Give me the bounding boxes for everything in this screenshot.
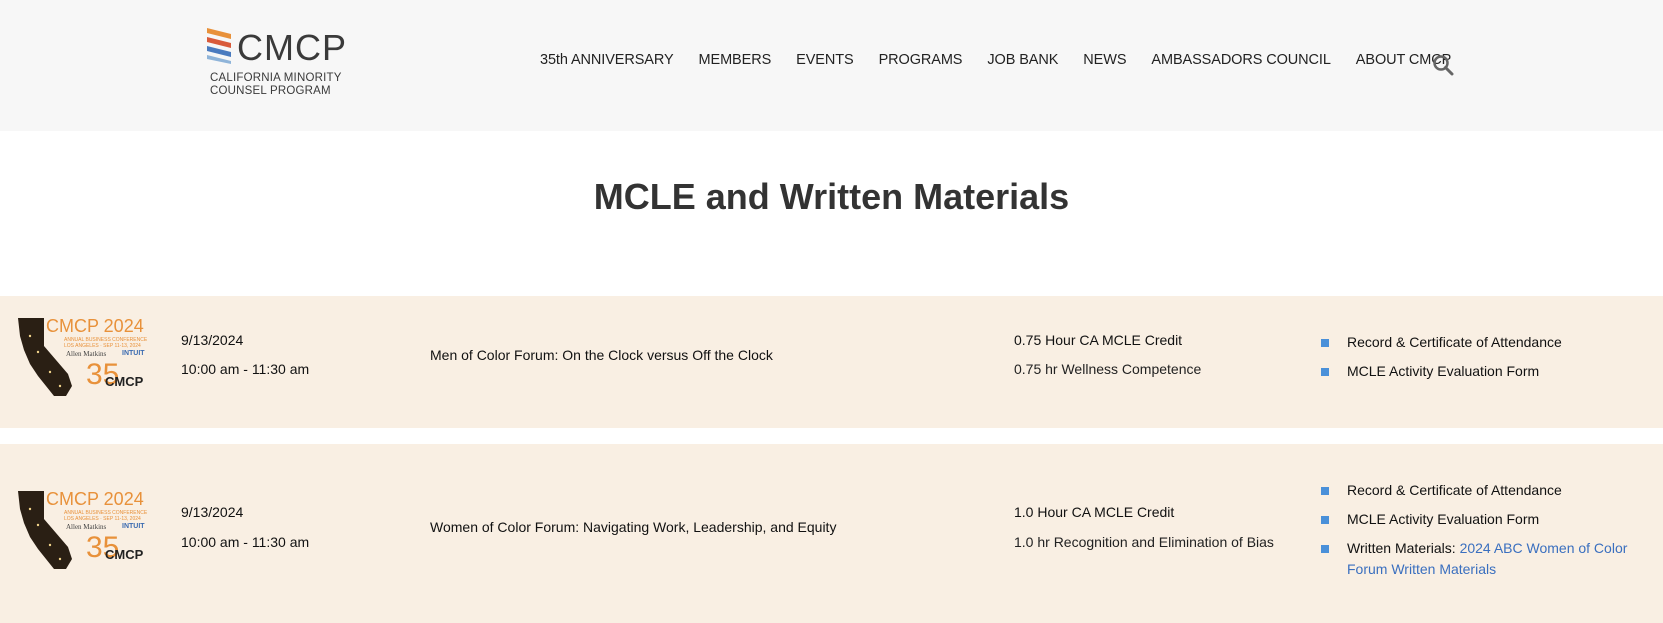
evaluation-form-link[interactable]: MCLE Activity Evaluation Form [1347,363,1539,379]
event-thumbnail: CMCP 2024 ANNUAL BUSINESS CONFERENCE LOS… [16,489,150,571]
logo-wordmark: CMCP [237,27,347,68]
event-row: CMCP 2024 ANNUAL BUSINESS CONFERENCE LOS… [0,296,1663,428]
page-title: MCLE and Written Materials [593,176,1070,217]
event-date: 9/13/2024 [181,332,244,348]
event-date: 9/13/2024 [181,504,244,520]
event-thumbnail: CMCP 2024 ANNUAL BUSINESS CONFERENCE LOS… [16,316,150,398]
thumb-sponsor: Allen Matkins [66,523,107,531]
nav-job-bank[interactable]: JOB BANK [987,52,1058,68]
logo-subtitle: CALIFORNIA MINORITY COUNSEL PROGRAM [210,72,342,97]
list-item[interactable]: Record & Certificate of Attendance [1320,332,1650,353]
list-item[interactable]: Record & Certificate of Attendance [1320,480,1650,501]
written-materials-label: Written Materials: [1347,540,1456,556]
event-links: Record & Certificate of Attendance MCLE … [1320,332,1650,390]
bullet-square-icon [1321,516,1329,524]
thumb-location: LOS ANGELES · SEP 11-13, 2024 [64,343,141,349]
event-time: 10:00 am - 11:30 am [181,361,310,377]
nav-news[interactable]: NEWS [1083,52,1126,68]
event-title: Men of Color Forum: On the Clock versus … [430,347,773,363]
list-item[interactable]: MCLE Activity Evaluation Form [1320,361,1650,382]
main-nav: 35th ANNIVERSARY MEMBERS EVENTS PROGRAMS… [540,52,1476,68]
nav-events[interactable]: EVENTS [796,52,854,68]
event-links: Record & Certificate of Attendance MCLE … [1320,480,1650,588]
thumb-location: LOS ANGELES · SEP 11-13, 2024 [64,516,141,522]
mcle-credit: 0.75 Hour CA MCLE Credit [1014,332,1183,348]
record-certificate-link[interactable]: Record & Certificate of Attendance [1347,334,1562,350]
list-item: Written Materials: 2024 ABC Women of Col… [1320,538,1650,580]
logo-stripes-icon [207,28,231,64]
bullet-square-icon [1321,368,1329,376]
thumb-title: CMCP 2024 [46,316,144,336]
site-header: CMCP CALIFORNIA MINORITY COUNSEL PROGRAM… [0,0,1663,131]
record-certificate-link[interactable]: Record & Certificate of Attendance [1347,482,1562,498]
thumb-title: CMCP 2024 [46,489,144,509]
search-icon[interactable] [1432,54,1454,76]
bullet-square-icon [1321,545,1329,553]
thumb-cmcp: CMCP [105,547,144,562]
mcle-credit-detail: 1.0 hr Recognition and Elimination of Bi… [1014,534,1274,550]
bullet-square-icon [1321,339,1329,347]
nav-ambassadors-council[interactable]: AMBASSADORS COUNCIL [1151,52,1330,68]
bullet-square-icon [1321,487,1329,495]
thumb-sponsor: INTUIT [122,350,145,357]
thumb-cmcp: CMCP [105,374,144,389]
event-row: CMCP 2024 ANNUAL BUSINESS CONFERENCE LOS… [0,444,1663,623]
nav-programs[interactable]: PROGRAMS [879,52,963,68]
event-title: Women of Color Forum: Navigating Work, L… [430,519,837,535]
evaluation-form-link[interactable]: MCLE Activity Evaluation Form [1347,511,1539,527]
mcle-credit-detail: 0.75 hr Wellness Competence [1014,361,1202,377]
nav-members[interactable]: MEMBERS [699,52,772,68]
list-item[interactable]: MCLE Activity Evaluation Form [1320,509,1650,530]
nav-35th-anniversary[interactable]: 35th ANNIVERSARY [540,52,674,68]
mcle-credit: 1.0 Hour CA MCLE Credit [1014,504,1175,520]
thumb-sponsor: Allen Matkins [66,350,107,358]
cmcp-logo[interactable]: CMCP CALIFORNIA MINORITY COUNSEL PROGRAM [207,26,367,101]
event-time: 10:00 am - 11:30 am [181,534,310,550]
thumb-sponsor: INTUIT [122,523,145,530]
